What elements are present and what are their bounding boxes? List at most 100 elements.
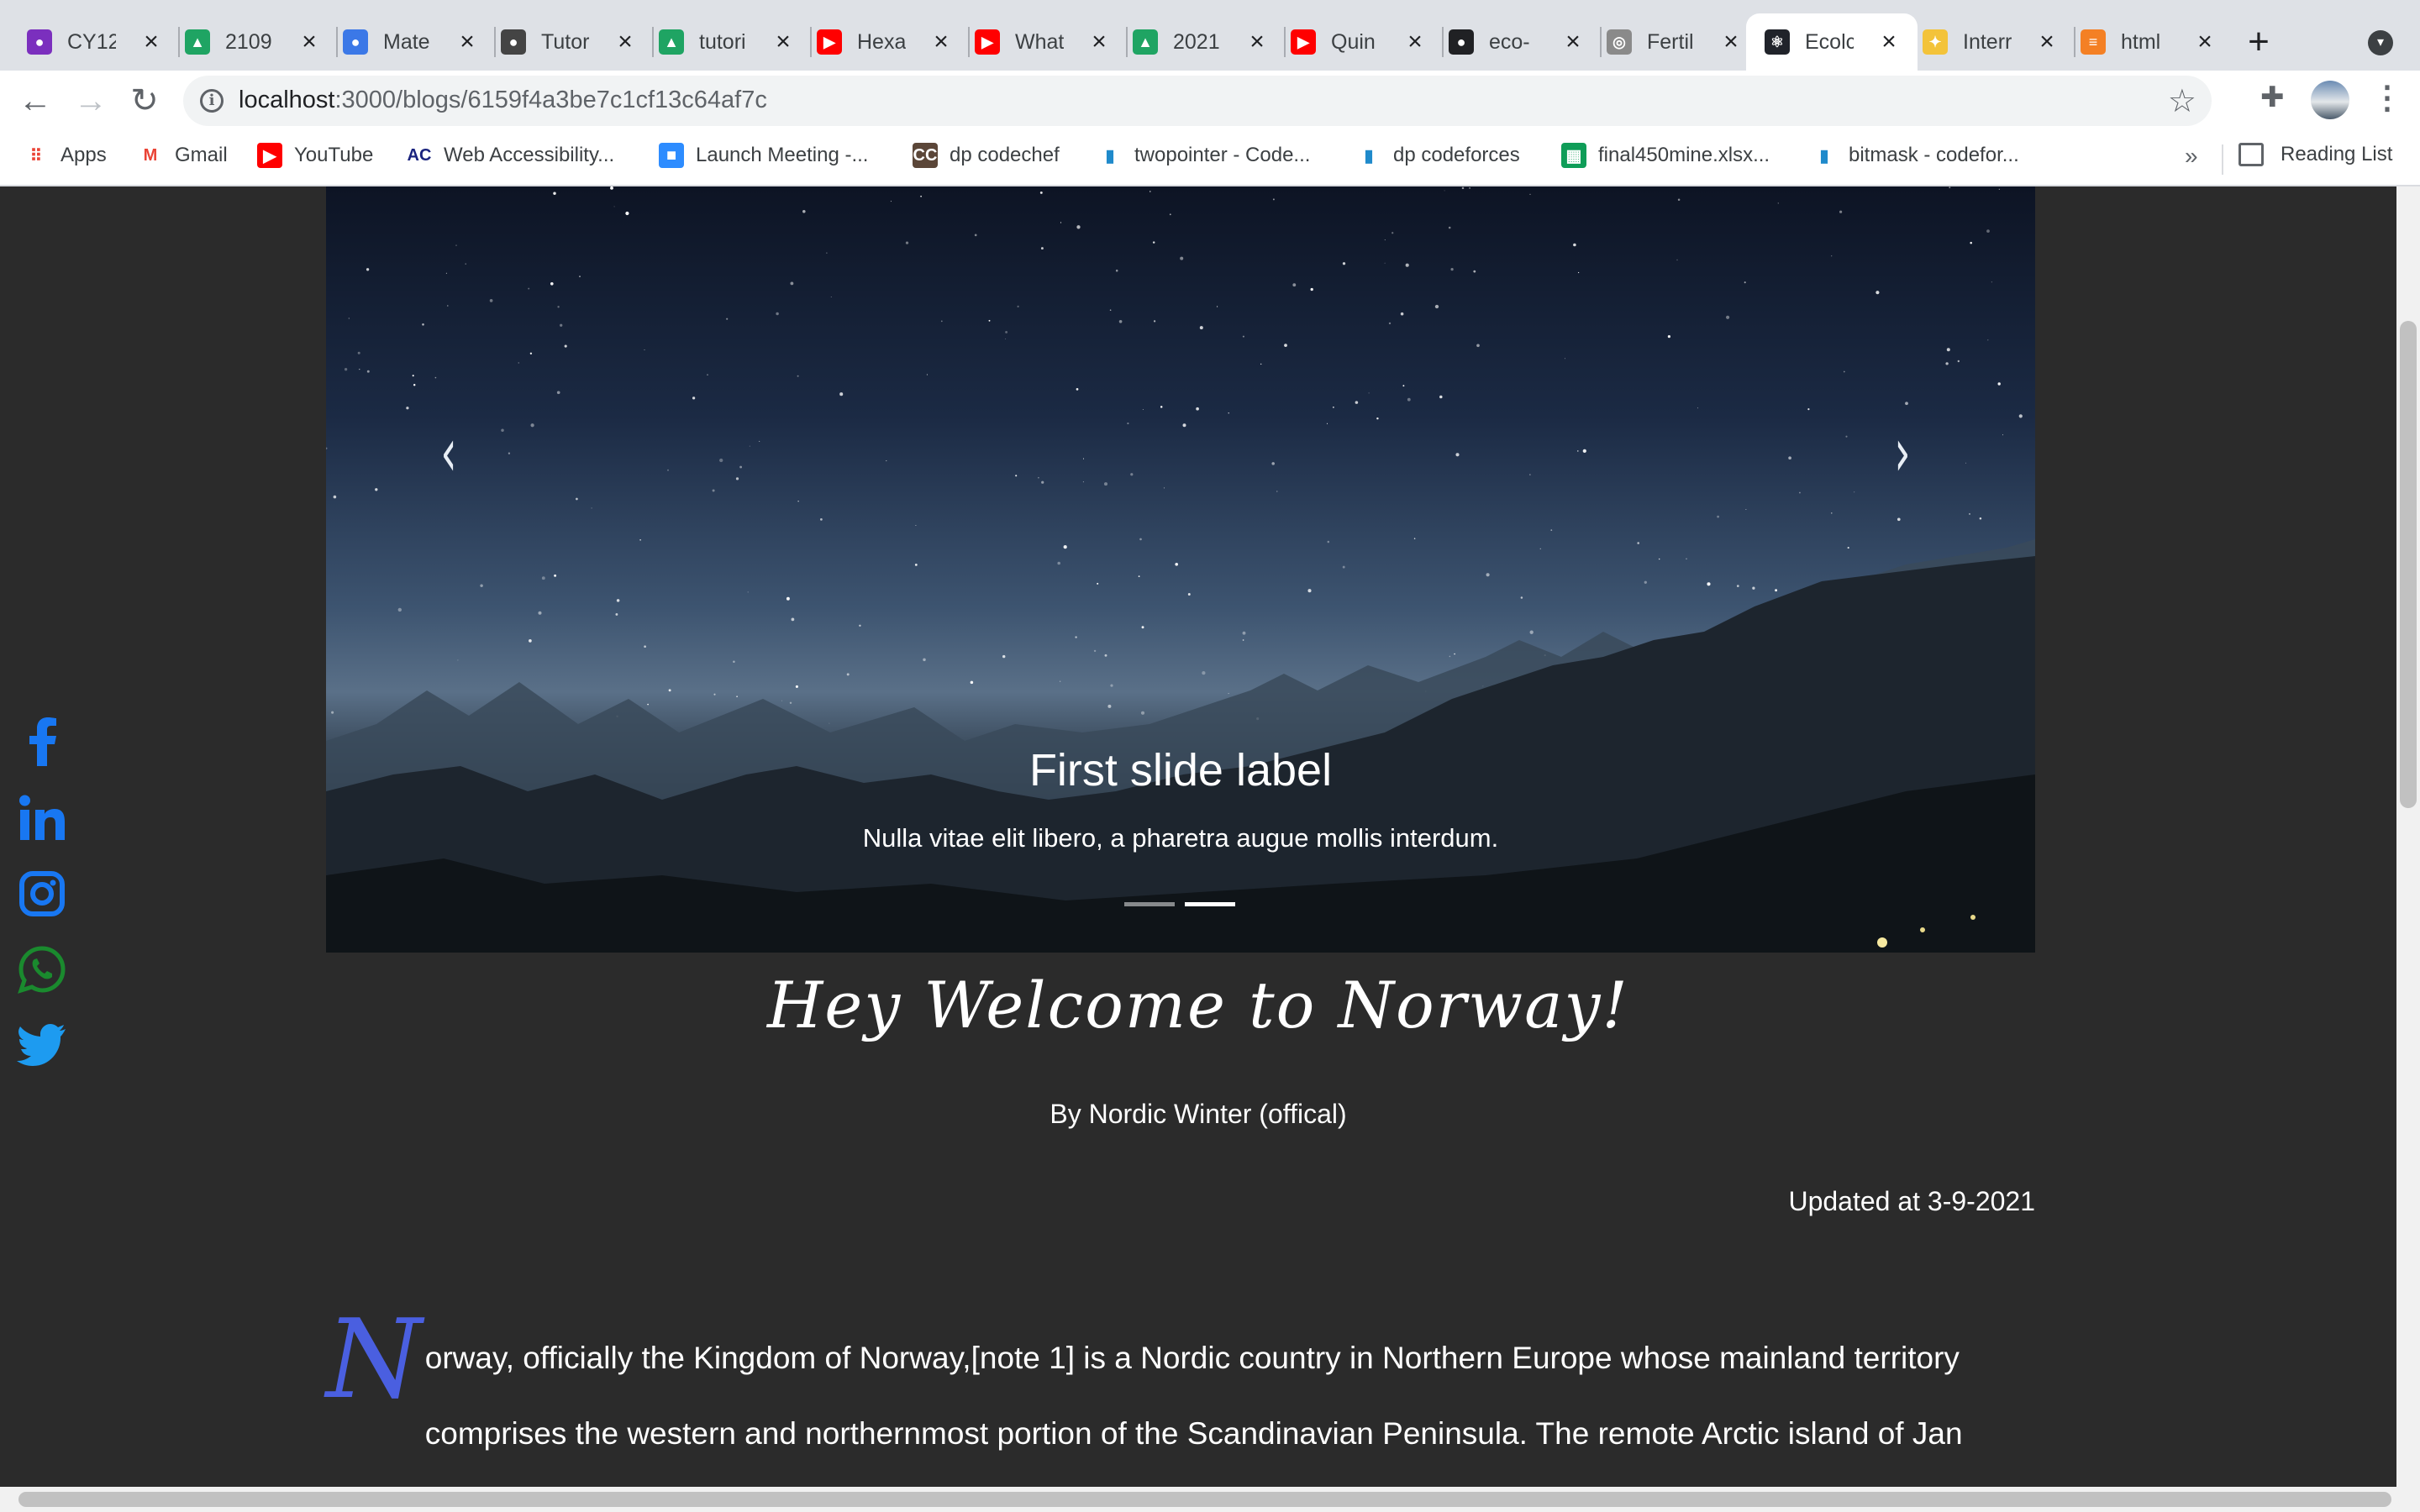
tab-title: Ecolc [1805,29,1854,54]
browser-tab[interactable]: ◎ Fertil × [1588,13,1760,71]
tab-close-icon[interactable]: × [1402,29,1428,55]
bookmark-item[interactable]: ▦ final450mine.xlsx... [1561,143,1770,168]
carousel-prev-chevron-icon[interactable]: ‹ [440,413,456,491]
tab-close-icon[interactable]: × [1876,29,1902,55]
linkedin-icon[interactable] [17,793,67,843]
sheets-icon: ▦ [1561,143,1586,168]
horizontal-scrollbar[interactable] [0,1487,2420,1512]
classroom-icon: ● [501,29,526,55]
bookmark-label: Gmail [175,144,228,166]
tab-close-icon[interactable]: × [1560,29,1586,55]
image-carousel: ‹ › First slide label Nulla vitae elit l… [326,186,2035,953]
stackoverflow-icon: ≡ [2081,29,2106,55]
github-icon: ● [1449,29,1474,55]
tab-close-icon[interactable]: × [612,29,639,55]
carousel-next-chevron-icon[interactable]: › [1894,413,1910,491]
tab-title: What [1015,29,1064,54]
tab-close-icon[interactable]: × [454,29,481,55]
bookmark-item[interactable]: ▮ bitmask - codefor... [1812,143,2018,168]
tab-title: CY12 [67,29,116,54]
bookmark-item[interactable]: CC dp codechef [913,143,1060,168]
tab-strip: ● CY12 × ▲ 2109 × ● Mate × ● Tutor × ▲ tutori × ▶ Hexa × ▶… [0,0,2420,71]
tab-close-icon[interactable]: × [1244,29,1270,55]
bookmark-label: Launch Meeting -... [696,144,869,166]
codechef-icon: CC [913,143,938,168]
youtube-icon: ▶ [817,29,842,55]
bookmark-item[interactable]: ■ Launch Meeting -... [659,143,868,168]
browser-tab[interactable]: ● CY12 × [8,13,180,71]
browser-tab[interactable]: ▶ Quin × [1272,13,1444,71]
browser-tab[interactable]: ≡ html × [2062,13,2233,71]
horizontal-scroll-thumb[interactable] [18,1492,2391,1507]
browser-tab[interactable]: ● Tutor × [482,13,654,71]
bookmark-label: YouTube [294,144,374,166]
carousel-indicator-1[interactable] [1124,902,1175,906]
blog-body-text: orway, officially the Kingdom of Norway,… [424,1341,1963,1451]
tab-close-icon[interactable]: × [1718,29,1744,55]
bookmark-item[interactable]: ▮ dp codeforces [1356,143,1519,168]
browser-tab[interactable]: ● eco- × [1430,13,1602,71]
browser-tab[interactable]: ▶ Hexa × [798,13,970,71]
vertical-scrollbar[interactable] [2396,186,2420,1487]
browser-tab[interactable]: ▲ 2021 × [1114,13,1286,71]
bookmark-item[interactable]: ▮ twopointer - Code... [1097,143,1310,168]
react-icon: ⚛ [1765,29,1790,55]
forward-arrow-icon[interactable]: → [67,77,114,124]
back-arrow-icon[interactable]: ← [12,77,59,124]
apps-grid-icon: ⠿ [29,146,43,165]
codeforces-icon: ▮ [1364,146,1374,165]
bookmarks-overflow-button[interactable]: » [2185,143,2198,170]
tab-title: Fertil [1647,29,1694,54]
bookmark-label: final450mine.xlsx... [1598,144,1770,166]
chrome-menu-icon[interactable]: ⋮ [2371,79,2403,117]
bookmark-item[interactable]: AC Web Accessibility... [407,143,615,168]
tab-close-icon[interactable]: × [2191,29,2218,55]
instagram-icon[interactable] [17,869,67,919]
bookmark-item[interactable]: M Gmail [138,143,228,168]
site-info-icon[interactable]: i [200,89,224,113]
tab-close-icon[interactable]: × [138,29,165,55]
browser-tab[interactable]: ● Mate × [324,13,496,71]
google-drive-icon: ▲ [1133,29,1158,55]
tab-close-icon[interactable]: × [1086,29,1113,55]
browser-tab[interactable]: ▶ What × [956,13,1128,71]
reading-list-button[interactable]: Reading List [2238,143,2392,166]
profile-avatar[interactable] [2311,81,2349,119]
classroom-icon: ● [343,29,368,55]
browser-tab[interactable]: ▲ 2109 × [166,13,338,71]
tab-title: 2109 [225,29,272,54]
vertical-scroll-thumb[interactable] [2400,321,2417,808]
address-bar[interactable]: i localhost:3000/blogs/6159f4a3be7c1cf13… [183,76,2212,126]
google-drive-icon: ▲ [185,29,210,55]
extensions-puzzle-icon[interactable]: ✚ [2260,81,2285,114]
tab-title: Interr [1963,29,2012,54]
page-content: ‹ › First slide label Nulla vitae elit l… [0,186,2396,1487]
tab-close-icon[interactable]: × [2033,29,2060,55]
bookmark-label: twopointer - Code... [1134,144,1311,166]
tab-search-icon[interactable]: ▾ [2368,30,2393,55]
twitter-icon[interactable] [17,1020,67,1070]
tab-close-icon[interactable]: × [296,29,323,55]
url-text[interactable]: localhost:3000/blogs/6159f4a3be7c1cf13c6… [239,87,767,114]
facebook-icon[interactable] [17,716,67,766]
whatsapp-icon[interactable] [17,944,67,995]
blog-author: By Nordic Winter (offical) [1050,1099,1347,1129]
carousel-indicator-2[interactable] [1185,902,1235,906]
reload-icon[interactable]: ↻ [121,77,168,124]
blog-body: N orway, officially the Kingdom of Norwa… [326,1305,2035,1472]
codechef-icon: ✦ [1923,29,1948,55]
bookmark-item[interactable]: ▶ YouTube [257,143,373,168]
browser-tab[interactable]: ⚛ Ecolc × [1746,13,1918,71]
codeforces-icon: ▮ [1819,146,1829,165]
browser-tab[interactable]: ▲ tutori × [640,13,812,71]
tab-title: Hexa [857,29,906,54]
browser-tab[interactable]: ✦ Interr × [1904,13,2075,71]
reading-list-label: Reading List [2281,143,2393,165]
youtube-icon: ▶ [257,143,282,168]
bookmark-item[interactable]: ⠿ Apps [24,143,107,168]
bookmark-star-icon[interactable]: ☆ [2168,82,2196,120]
new-tab-button[interactable]: + [2235,18,2282,66]
tab-title: Mate [383,29,430,54]
tab-close-icon[interactable]: × [928,29,955,55]
tab-close-icon[interactable]: × [770,29,797,55]
